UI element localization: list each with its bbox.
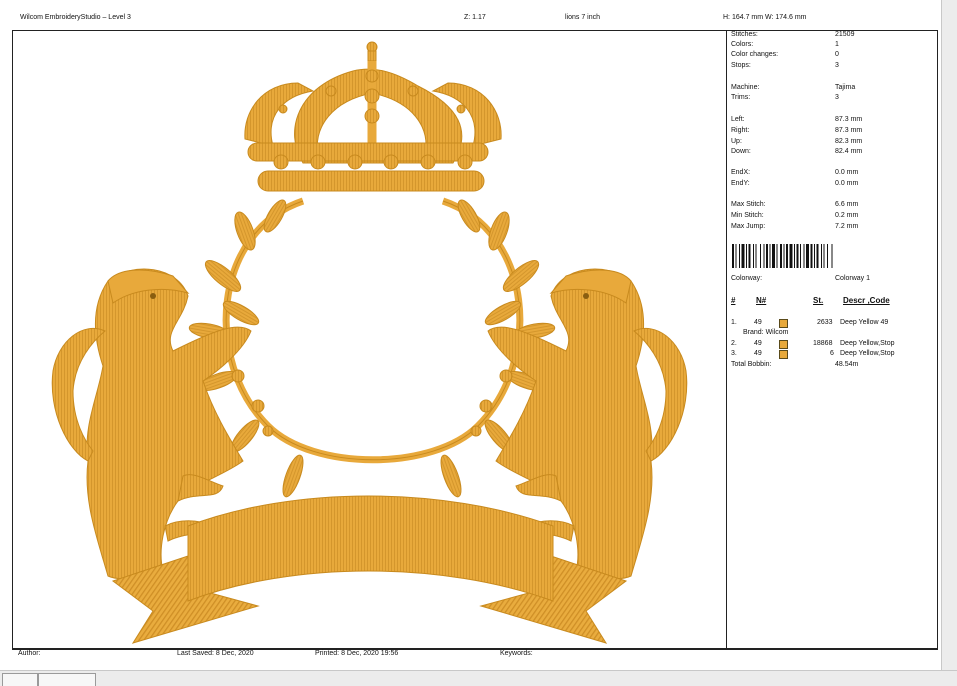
barcode-icon [732, 244, 833, 268]
colorway-value: Colorway 1 [835, 275, 871, 282]
info-machine: Machine: Tajima [731, 84, 855, 94]
footer-printed: Printed: 8 Dec, 2020 19:56 [315, 650, 399, 657]
app-title: Wilcom EmbroideryStudio – Level 3 [20, 14, 131, 21]
row-needle: 49 [754, 340, 762, 347]
left-value: 87.3 mm [835, 116, 863, 123]
info-max-stitch: Max Stitch: 6.6 mm [731, 201, 858, 211]
row-index: 2. [731, 340, 737, 347]
info-endx: EndX: 0.0 mm [731, 169, 858, 179]
info-down: Down: 82.4 mm [731, 148, 862, 158]
row-description: Deep Yellow,Stop [840, 340, 895, 347]
zoom-level: Z: 1.17 [464, 14, 486, 21]
page-tab-2[interactable] [38, 673, 96, 686]
col-header-needle: N# [756, 296, 767, 305]
row-description: Deep Yellow,Stop [840, 350, 895, 357]
info-right: Right: 87.3 mm [731, 127, 862, 137]
stitches-label: Stitches: [731, 31, 758, 38]
right-value: 87.3 mm [835, 127, 863, 134]
colorway-label: Colorway: [731, 275, 763, 282]
col-header-index: # [731, 296, 736, 305]
stops-label: Stops: [731, 62, 751, 69]
info-up: Up: 82.3 mm [731, 138, 862, 148]
up-value: 82.3 mm [835, 138, 863, 145]
thread-swatch [779, 319, 788, 328]
footer-divider [12, 648, 937, 649]
endy-label: EndY: [731, 180, 750, 187]
machine-label: Machine: [731, 84, 760, 91]
info-trims: Trims: 3 [731, 94, 839, 104]
trims-label: Trims: [731, 94, 751, 101]
endx-label: EndX: [731, 169, 751, 176]
stops-value: 3 [835, 62, 839, 69]
endx-value: 0.0 mm [835, 169, 859, 176]
row-stitches: 2633 [817, 319, 833, 326]
info-max-jump: Max Jump: 7.2 mm [731, 223, 858, 233]
panel-divider [726, 30, 727, 649]
min-stitch-label: Min Stitch: [731, 212, 764, 219]
down-value: 82.4 mm [835, 148, 863, 155]
thread-swatch [779, 350, 788, 359]
thread-swatch [779, 340, 788, 349]
trims-value: 3 [835, 94, 839, 101]
row-index: 1. [731, 319, 737, 326]
info-stitches: Stitches: 21509 [731, 31, 854, 41]
footer-author: Author: [18, 650, 41, 657]
total-bobbin-label: Total Bobbin: [731, 361, 772, 368]
info-color-changes: Color changes: 0 [731, 51, 839, 61]
info-min-stitch: Min Stitch: 0.2 mm [731, 212, 858, 222]
row-stitches: 6 [830, 350, 834, 357]
footer-keywords: Keywords: [500, 650, 533, 657]
col-header-description: Descr ,Code [843, 296, 890, 305]
color-changes-label: Color changes: [731, 51, 779, 58]
right-label: Right: [731, 127, 750, 134]
machine-value: Tajima [835, 84, 856, 91]
thread-brand: Brand: Wilcom [743, 329, 789, 336]
up-label: Up: [731, 138, 742, 145]
embroidery-design-preview [51, 41, 688, 644]
horizontal-scrollbar[interactable] [0, 670, 957, 686]
color-changes-value: 0 [835, 51, 839, 58]
ribbon-banner [111, 495, 628, 644]
total-bobbin-value: 48.54m [835, 361, 859, 368]
row-index: 3. [731, 350, 737, 357]
footer-last-saved: Last Saved: 8 Dec, 2020 [177, 650, 254, 657]
info-left: Left: 87.3 mm [731, 116, 862, 126]
endy-value: 0.0 mm [835, 180, 859, 187]
design-dimensions: H: 164.7 mm W: 174.6 mm [723, 14, 807, 21]
stitches-value: 21509 [835, 31, 855, 38]
row-needle: 49 [754, 319, 762, 326]
design-file-name: lions 7 inch [565, 14, 601, 21]
max-stitch-value: 6.6 mm [835, 201, 859, 208]
row-needle: 49 [754, 350, 762, 357]
down-label: Down: [731, 148, 751, 155]
min-stitch-value: 0.2 mm [835, 212, 859, 219]
row-description: Deep Yellow 49 [840, 319, 889, 326]
colors-label: Colors: [731, 41, 754, 48]
info-colors: Colors: 1 [731, 41, 839, 51]
colors-value: 1 [835, 41, 839, 48]
max-stitch-label: Max Stitch: [731, 201, 766, 208]
row-stitches: 18868 [813, 340, 833, 347]
max-jump-label: Max Jump: [731, 223, 766, 230]
col-header-stitches: St. [813, 296, 824, 305]
crown-emblem [244, 41, 502, 192]
info-endy: EndY: 0.0 mm [731, 180, 858, 190]
info-stops: Stops: 3 [731, 62, 839, 72]
colorway-row: Colorway: Colorway 1 [731, 275, 870, 285]
vertical-scrollbar[interactable] [941, 0, 957, 685]
max-jump-value: 7.2 mm [835, 223, 859, 230]
left-label: Left: [731, 116, 745, 123]
page-tab-1[interactable] [2, 673, 38, 686]
